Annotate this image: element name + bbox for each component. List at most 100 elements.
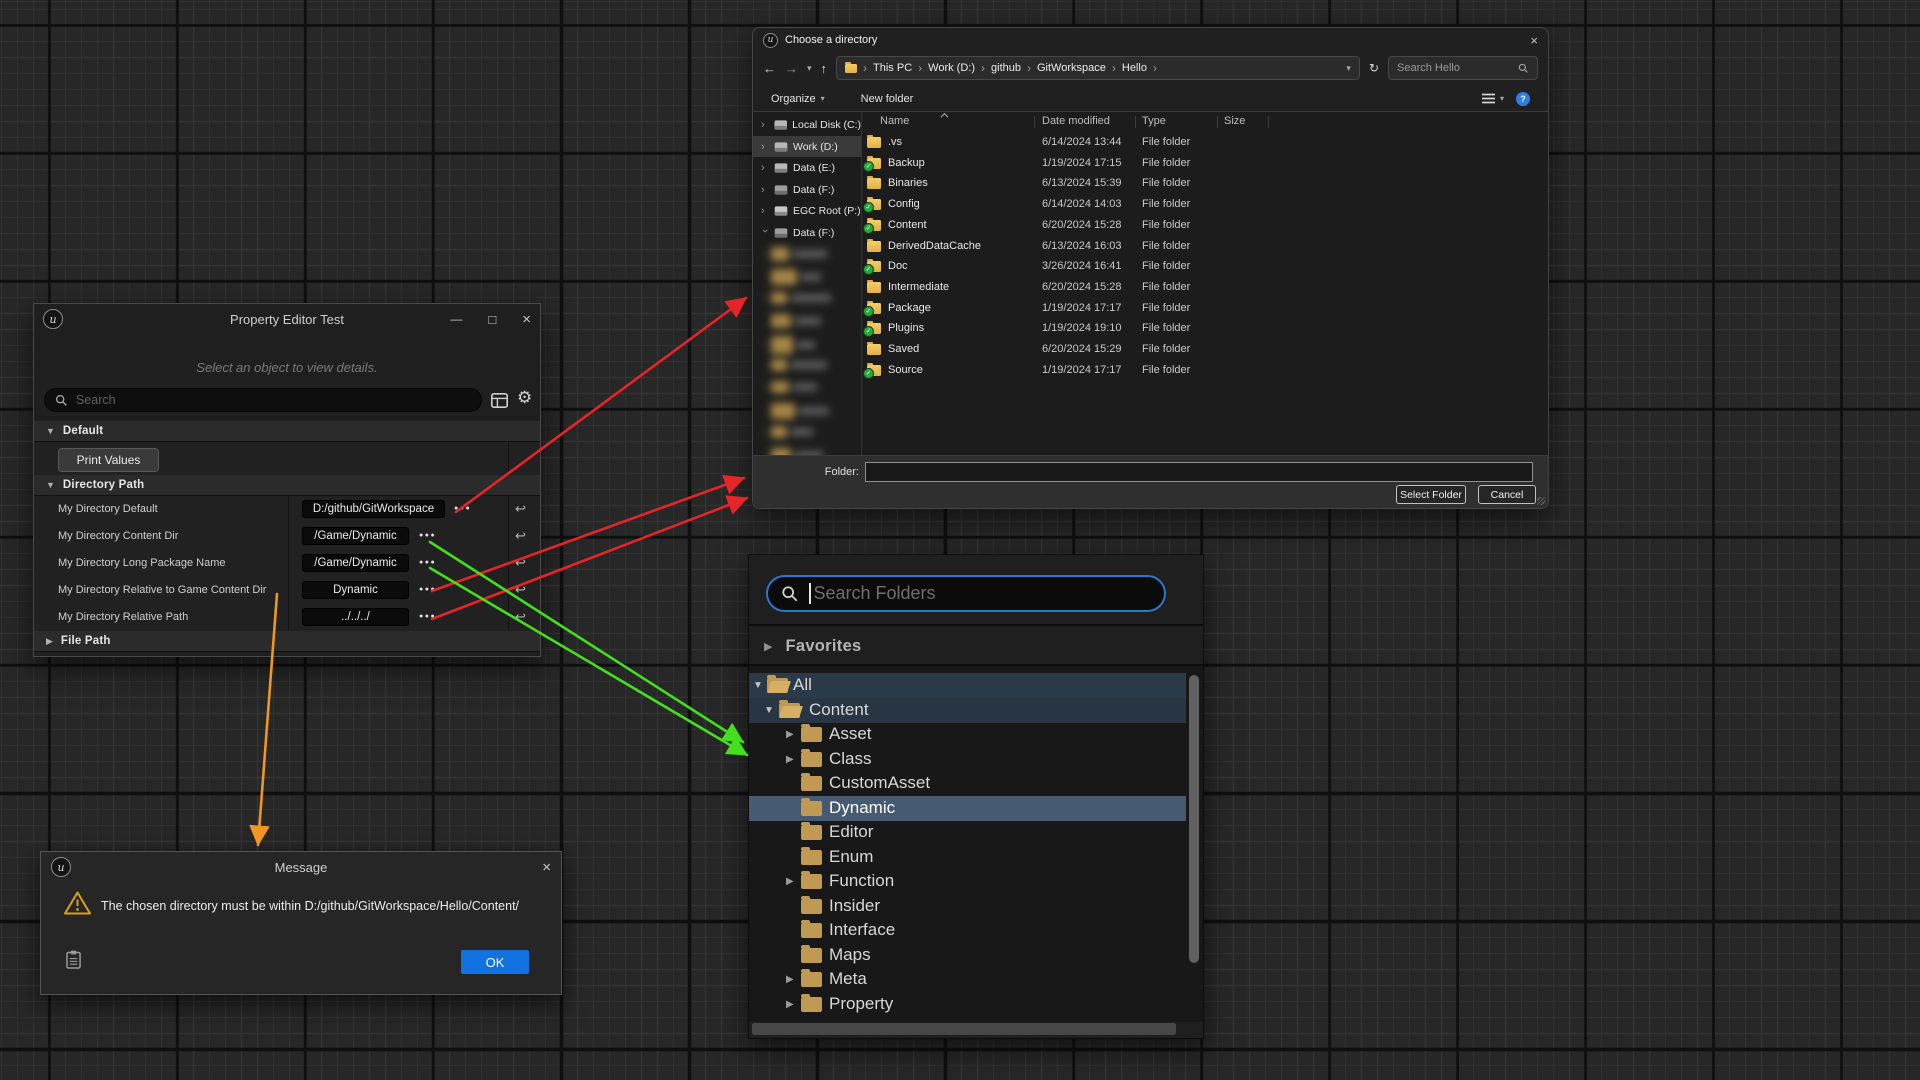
dialog-titlebar[interactable]: u Message ×: [41, 852, 561, 882]
file-row[interactable]: ✓ Doc 3/26/2024 16:41 File folder: [862, 256, 1548, 277]
triangle-down-icon[interactable]: ▼: [753, 680, 763, 691]
tree-item-insider[interactable]: Insider: [749, 894, 1186, 919]
directory-value-field[interactable]: D:/github/GitWorkspace: [302, 500, 445, 518]
recent-locations-icon[interactable]: ▾: [807, 63, 812, 74]
close-icon[interactable]: ×: [1530, 33, 1538, 48]
gear-icon[interactable]: ⚙: [517, 388, 532, 408]
directory-value-field[interactable]: /Game/Dynamic: [302, 554, 409, 572]
file-row[interactable]: Intermediate 6/20/2024 15:28 File folder: [862, 277, 1548, 298]
address-dropdown-icon[interactable]: ▾: [1346, 63, 1351, 74]
column-divider[interactable]: [1034, 116, 1035, 128]
search-input[interactable]: Search Hello: [1388, 56, 1538, 80]
nav-tree-item-work-d[interactable]: › Work (D:): [753, 136, 861, 157]
details-search-input[interactable]: Search: [44, 388, 482, 412]
reset-to-default-icon[interactable]: ↩: [515, 555, 526, 571]
nav-tree-item-egc-root-p[interactable]: › EGC Root (P:): [753, 200, 861, 221]
browse-ellipsis-button[interactable]: ●●●: [419, 559, 436, 566]
chevron-right-icon[interactable]: ›: [761, 143, 769, 151]
column-divider[interactable]: [1268, 116, 1269, 128]
category-file-path[interactable]: ▶ File Path: [34, 631, 540, 652]
nav-tree-item-data-f[interactable]: › Data (F:): [753, 179, 861, 200]
chevron-down-icon[interactable]: ›: [761, 229, 769, 237]
triangle-right-icon[interactable]: ▶: [786, 729, 794, 740]
breadcrumb-hello[interactable]: Hello: [1122, 62, 1147, 74]
triangle-right-icon[interactable]: ▶: [786, 754, 794, 765]
address-bar[interactable]: › This PC › Work (D:) › github › GitWork…: [836, 56, 1360, 80]
folder-name-input[interactable]: [865, 462, 1533, 482]
select-folder-button[interactable]: Select Folder: [1396, 485, 1466, 504]
category-default[interactable]: ▼ Default: [34, 421, 540, 442]
reset-to-default-icon[interactable]: ↩: [515, 609, 526, 625]
help-icon[interactable]: ?: [1516, 92, 1530, 106]
category-directory-path[interactable]: ▼ Directory Path: [34, 475, 540, 496]
horizontal-scrollbar[interactable]: [752, 1023, 1176, 1035]
browse-ellipsis-button[interactable]: ●●●: [454, 505, 471, 512]
organize-button[interactable]: Organize ▾: [771, 93, 825, 105]
triangle-right-icon[interactable]: ▶: [786, 876, 794, 887]
chevron-right-icon[interactable]: ›: [761, 121, 769, 129]
tree-item-editor[interactable]: Editor: [749, 820, 1186, 845]
nav-tree-item-data-f2[interactable]: › Data (F:): [753, 222, 861, 243]
copy-to-clipboard-icon[interactable]: [66, 950, 81, 969]
column-header-size[interactable]: Size: [1224, 115, 1245, 127]
tree-item-property[interactable]: ▶ Property: [749, 992, 1186, 1017]
column-divider[interactable]: [1135, 116, 1136, 128]
column-header-date[interactable]: Date modified: [1042, 115, 1110, 127]
reset-to-default-icon[interactable]: ↩: [515, 582, 526, 598]
breadcrumb-drive[interactable]: Work (D:): [928, 62, 975, 74]
nav-tree-item-data-e[interactable]: › Data (E:): [753, 157, 861, 178]
refresh-icon[interactable]: ↻: [1369, 61, 1379, 75]
breadcrumb-gitworkspace[interactable]: GitWorkspace: [1037, 62, 1106, 74]
file-row[interactable]: ✓ Package 1/19/2024 17:17 File folder: [862, 298, 1548, 319]
close-icon[interactable]: ×: [522, 311, 531, 328]
favorites-section-header[interactable]: ▶ Favorites: [749, 628, 1203, 664]
chevron-right-icon[interactable]: ›: [761, 207, 769, 215]
reset-to-default-icon[interactable]: ↩: [515, 528, 526, 544]
maximize-icon[interactable]: □: [488, 312, 496, 327]
breadcrumb-github[interactable]: github: [991, 62, 1021, 74]
file-row[interactable]: .vs 6/14/2024 13:44 File folder: [862, 132, 1548, 153]
column-header-type[interactable]: Type: [1142, 115, 1166, 127]
directory-value-field[interactable]: /Game/Dynamic: [302, 527, 409, 545]
chevron-right-icon[interactable]: ›: [761, 186, 769, 194]
column-header-name[interactable]: Name: [880, 115, 909, 127]
file-row[interactable]: ✓ Content 6/20/2024 15:28 File folder: [862, 215, 1548, 236]
file-row[interactable]: ✓ Plugins 1/19/2024 19:10 File folder: [862, 318, 1548, 339]
directory-value-field[interactable]: ../../../: [302, 608, 409, 626]
browse-ellipsis-button[interactable]: ●●●: [419, 613, 436, 620]
resize-grip[interactable]: [1537, 497, 1545, 505]
file-row[interactable]: ✓ Config 6/14/2024 14:03 File folder: [862, 194, 1548, 215]
browse-ellipsis-button[interactable]: ●●●: [419, 532, 436, 539]
tree-item-content[interactable]: ▼ Content: [749, 698, 1186, 723]
tree-item-meta[interactable]: ▶ Meta: [749, 967, 1186, 992]
up-icon[interactable]: ↑: [821, 61, 828, 76]
tree-item-interface[interactable]: Interface: [749, 918, 1186, 943]
minimize-icon[interactable]: —: [450, 312, 462, 326]
tree-item-class[interactable]: ▶ Class: [749, 747, 1186, 772]
nav-tree-item-local-disk-c[interactable]: › Local Disk (C:): [753, 114, 861, 135]
display-manager-icon[interactable]: [491, 393, 508, 408]
reset-to-default-icon[interactable]: ↩: [515, 501, 526, 517]
search-folders-input[interactable]: Search Folders: [766, 575, 1166, 612]
back-icon[interactable]: ←: [763, 61, 776, 76]
tree-item-all[interactable]: ▼ All: [749, 673, 1186, 698]
vertical-scrollbar-thumb[interactable]: [1189, 675, 1199, 963]
triangle-right-icon[interactable]: ▶: [786, 974, 794, 985]
triangle-down-icon[interactable]: ▼: [764, 705, 774, 716]
tree-item-maps[interactable]: Maps: [749, 943, 1186, 968]
triangle-right-icon[interactable]: ▶: [786, 999, 794, 1010]
tree-item-enum[interactable]: Enum: [749, 845, 1186, 870]
tree-item-customasset[interactable]: CustomAsset: [749, 771, 1186, 796]
forward-icon[interactable]: →: [785, 61, 798, 76]
breadcrumb-this-pc[interactable]: This PC: [873, 62, 912, 74]
file-row[interactable]: Binaries 6/13/2024 15:39 File folder: [862, 173, 1548, 194]
tree-item-asset[interactable]: ▶ Asset: [749, 722, 1186, 747]
view-mode-button[interactable]: ▾: [1482, 93, 1504, 104]
print-values-button[interactable]: Print Values: [58, 448, 159, 472]
cancel-button[interactable]: Cancel: [1478, 485, 1536, 504]
tree-item-dynamic-selected[interactable]: Dynamic: [749, 796, 1186, 821]
file-row[interactable]: DerivedDataCache 6/13/2024 16:03 File fo…: [862, 236, 1548, 257]
close-icon[interactable]: ×: [542, 859, 551, 876]
window-titlebar[interactable]: u Property Editor Test — □ ×: [34, 304, 540, 334]
new-folder-button[interactable]: New folder: [861, 93, 914, 105]
